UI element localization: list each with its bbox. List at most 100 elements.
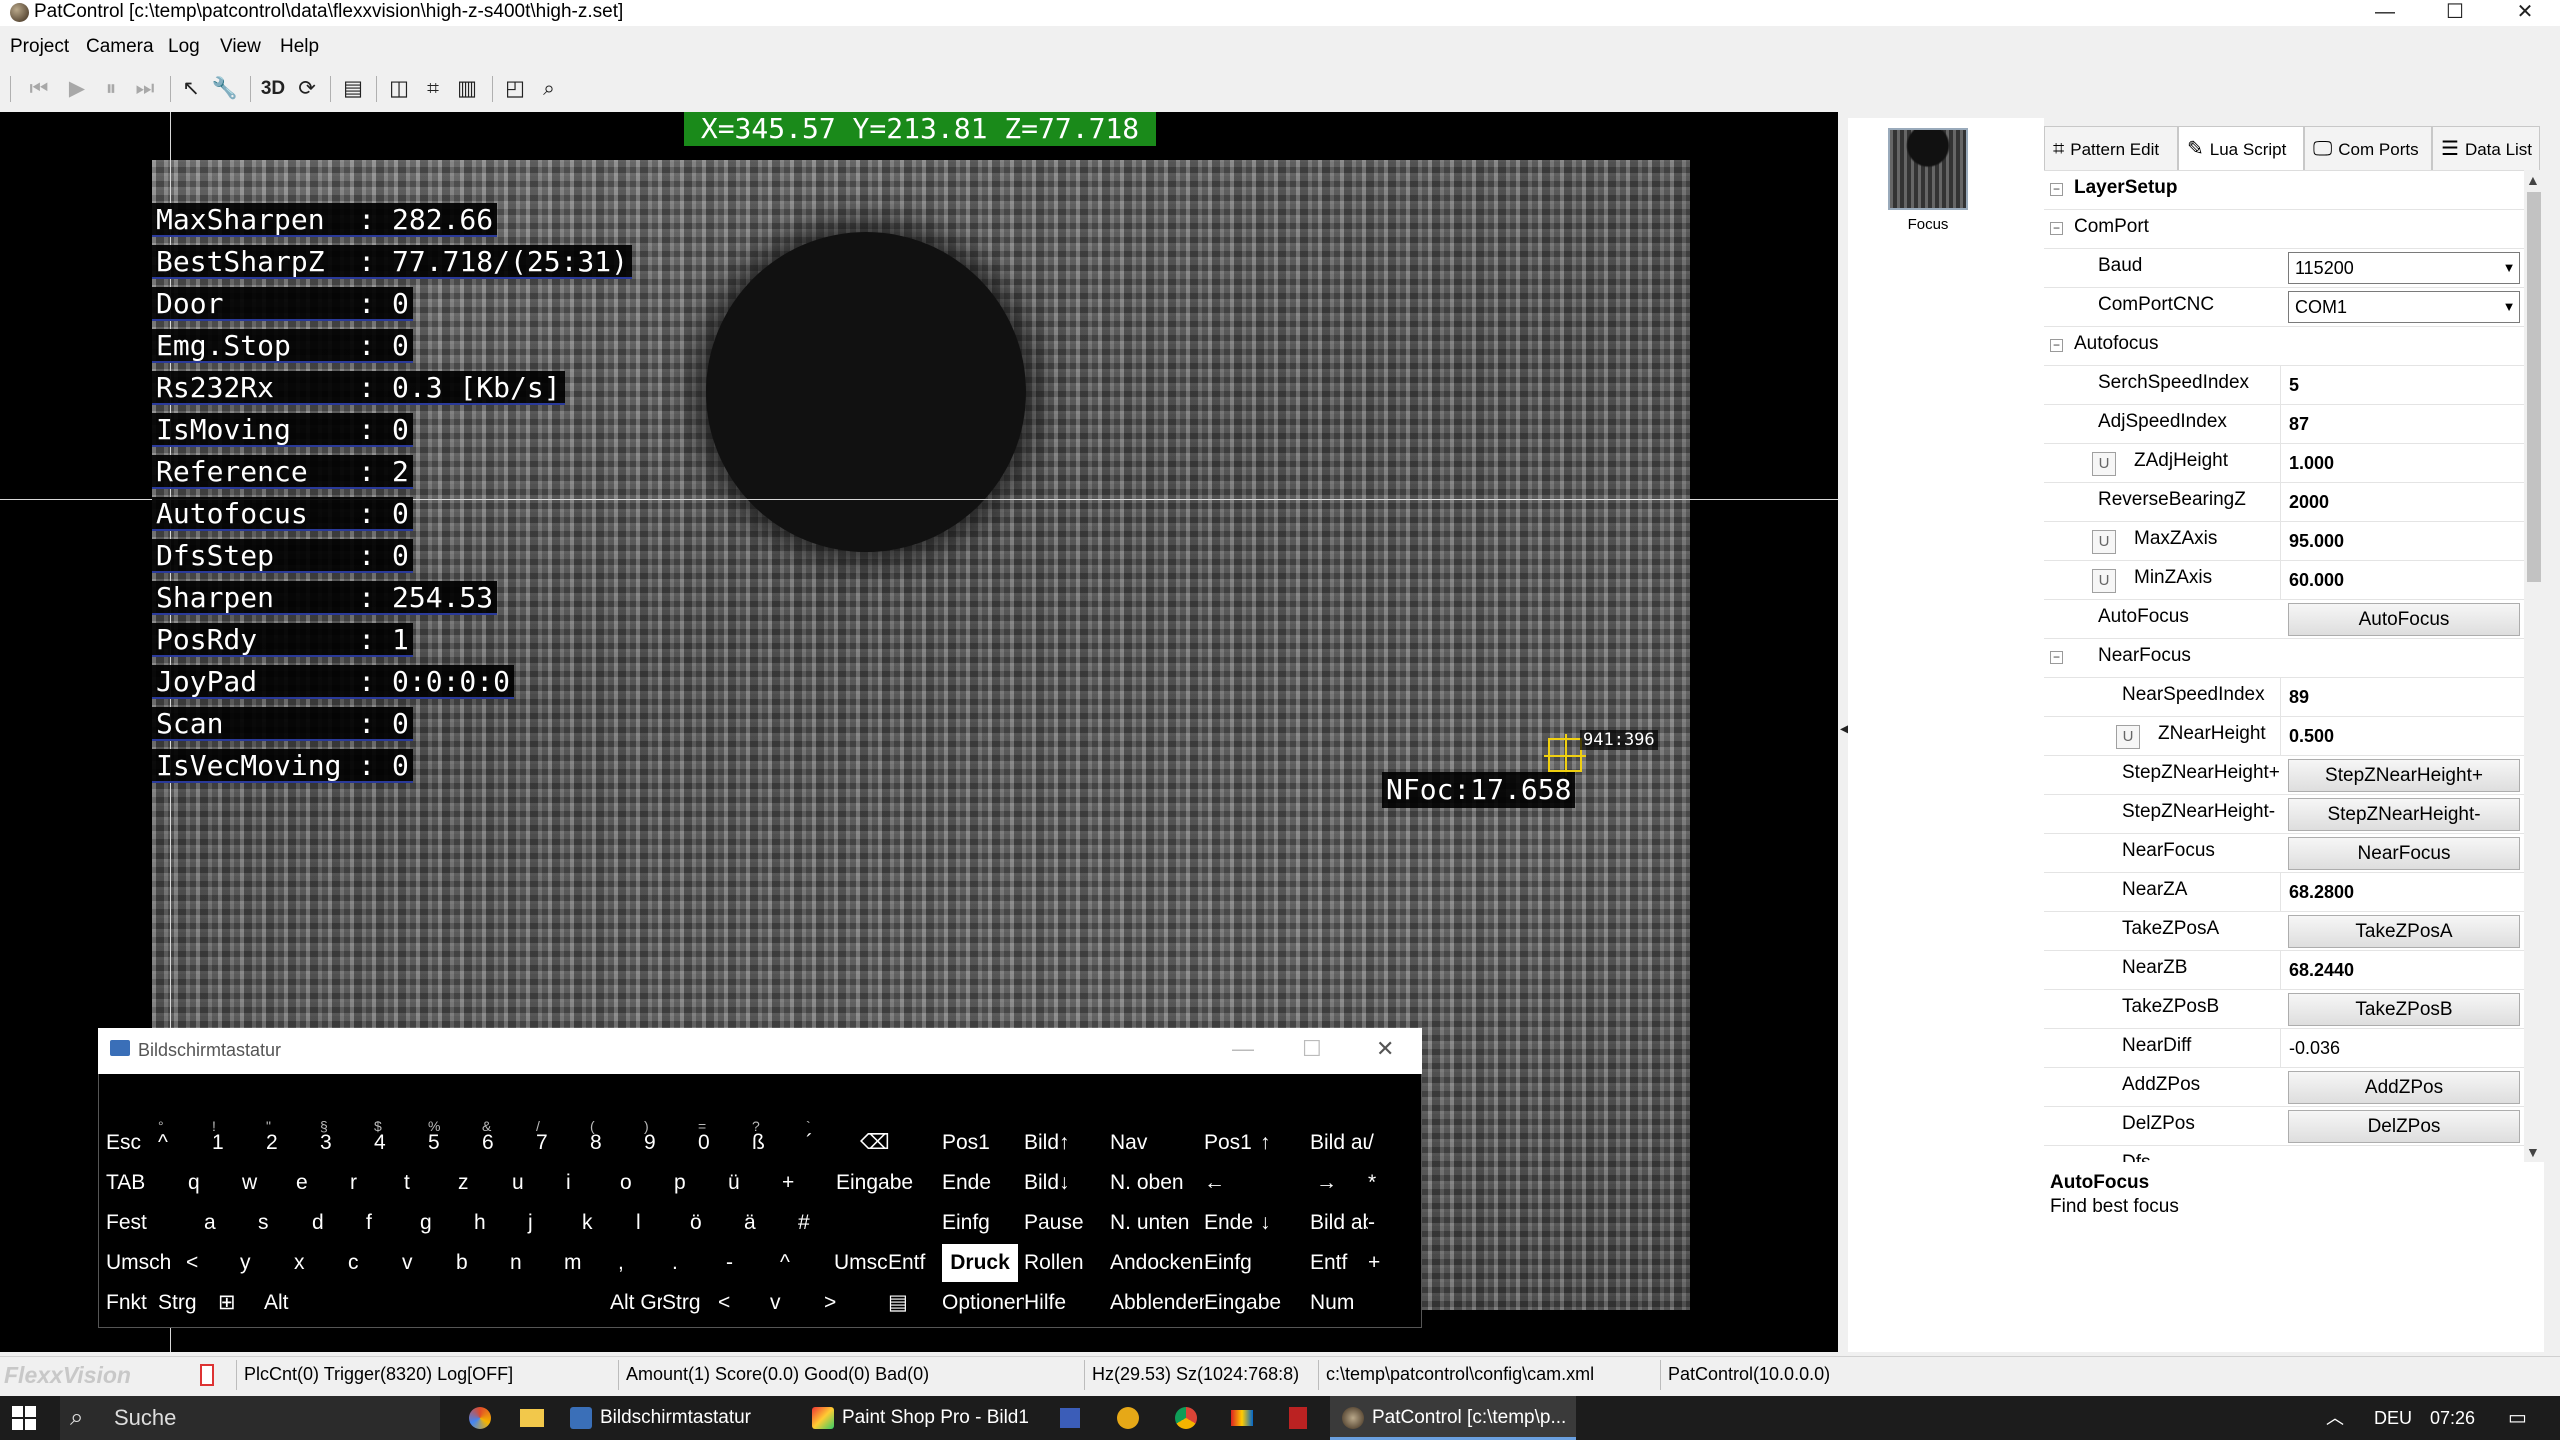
addzpos-button[interactable]: AddZPos [2288,1071,2520,1104]
key-r1-5[interactable]: $4 [374,1118,426,1162]
key-r5-6[interactable]: < [718,1284,766,1322]
row-znearheight[interactable]: U ZNearHeight 0.500 [2044,717,2524,756]
collapse-icon[interactable]: − [2050,339,2063,352]
zoom-icon[interactable]: ⌕ [534,74,564,104]
tab-lua-script[interactable]: ✎ Lua Script [2178,126,2304,170]
focus-thumbnail[interactable] [1888,128,1968,210]
scroll-up-icon[interactable]: ▲ [2526,172,2540,188]
key-r4-11[interactable]: - [726,1244,774,1282]
key-enter[interactable]: Eingabe [836,1164,916,1202]
serchspeedindex-value[interactable]: 5 [2280,366,2524,405]
taskbar-search[interactable]: Suche [60,1396,440,1440]
key-r1-13[interactable]: ` ´ [806,1118,858,1162]
key-r4-3[interactable]: x [294,1244,342,1282]
skip-back-icon[interactable]: ⏮ [24,74,54,104]
delzpos-button[interactable]: DelZPos [2288,1110,2520,1143]
key-einfg[interactable]: Einfg [942,1204,1020,1242]
baud-select[interactable]: 115200 ▼ [2288,252,2520,284]
key-num-ende[interactable]: Ende [1204,1204,1262,1242]
3d-icon[interactable]: 3D [258,74,288,104]
key-r4-6[interactable]: b [456,1244,504,1282]
pointer-icon[interactable]: ↖ [176,74,206,104]
maxzaxis-value[interactable]: 95.000 [2280,522,2524,561]
tab-pattern-edit[interactable]: ⌗ Pattern Edit [2044,126,2178,170]
key-num-plus[interactable]: + [1368,1244,1408,1282]
key-r5-8[interactable]: > [824,1284,872,1322]
key-r5-3[interactable]: Alt [264,1284,604,1322]
row-minzaxis[interactable]: U MinZAxis 60.000 [2044,561,2524,600]
reversebearingz-value[interactable]: 2000 [2280,483,2524,522]
key-r3-11[interactable]: ä [744,1204,792,1242]
app-icon-1[interactable] [460,1396,500,1440]
save-icon[interactable] [1050,1396,1090,1440]
row-takezposb[interactable]: TakeZPosB TakeZPosB [2044,990,2524,1029]
key-r5-5[interactable]: Strg [662,1284,714,1322]
taskbar-app-patcontrol[interactable]: PatControl [c:\temp\p... [1330,1396,1577,1440]
key-num-entf[interactable]: Entf [1310,1244,1360,1282]
app-icon-4[interactable] [1278,1396,1318,1440]
row-comport[interactable]: − ComPort [2044,210,2524,249]
osk-minimize-button[interactable]: — [1232,1036,1254,1062]
collapse-icon[interactable]: − [2050,183,2063,196]
key-r4-1[interactable]: < [186,1244,234,1282]
key-num-right[interactable]: → [1316,1164,1366,1202]
key-r4-2[interactable]: y [240,1244,288,1282]
row-baud[interactable]: Baud 115200 ▼ [2044,249,2524,288]
tab-com-ports[interactable]: 🖵 Com Ports [2304,126,2432,170]
pause-icon[interactable]: ⏸ [96,74,126,104]
menu-help[interactable]: Help [280,36,319,58]
key-r3-7[interactable]: j [528,1204,576,1242]
zadjheight-value[interactable]: 1.000 [2280,444,2524,483]
play-icon[interactable]: ▶ [62,74,92,104]
key-r2-11[interactable]: ü [728,1164,776,1202]
key-r2-9[interactable]: o [620,1164,668,1202]
row-stepznearheight-minus[interactable]: StepZNearHeight- StepZNearHeight- [2044,795,2524,834]
key-r1-2[interactable]: ! 1 [212,1118,264,1162]
row-nearzb[interactable]: NearZB 68.2440 [2044,951,2524,990]
row-dfs[interactable]: Dfs [2044,1146,2524,1162]
key-r1-1[interactable]: ° ^ [158,1118,210,1162]
nearza-value[interactable]: 68.2800 [2280,873,2524,912]
chrome-icon[interactable] [1166,1396,1206,1440]
takezposb-button[interactable]: TakeZPosB [2288,993,2520,1026]
key-r5-0[interactable]: Fnkt [106,1284,154,1322]
key-r4-7[interactable]: n [510,1244,558,1282]
focus-marker[interactable] [1544,734,1586,776]
taskbar-app-osk[interactable]: Bildschirmtastatur [558,1396,761,1440]
key-r1-9[interactable]: (8 [590,1118,642,1162]
key-pos1[interactable]: Pos1 [942,1124,1020,1162]
row-zadjheight[interactable]: U ZAdjHeight 1.000 [2044,444,2524,483]
key-r3-2[interactable]: s [258,1204,306,1242]
key-druck[interactable]: Druck [942,1244,1018,1282]
key-num-bildauf[interactable]: Bild auf [1310,1124,1380,1162]
key-nav[interactable]: Nav [1110,1124,1188,1162]
key-r4-12[interactable]: ^ [780,1244,828,1282]
key-r1-8[interactable]: /7 [536,1118,588,1162]
row-nearspeedindex[interactable]: NearSpeedIndex 89 [2044,678,2524,717]
znearheight-value[interactable]: 0.500 [2280,717,2524,756]
takezposa-button[interactable]: TakeZPosA [2288,915,2520,948]
key-r3-8[interactable]: k [582,1204,630,1242]
key-shift-left[interactable]: Umsch [106,1244,184,1282]
key-r2-6[interactable]: z [458,1164,506,1202]
key-num-div[interactable]: / [1368,1124,1408,1162]
key-r3-9[interactable]: l [636,1204,684,1242]
row-autofocus[interactable]: AutoFocus AutoFocus [2044,600,2524,639]
key-abblenden[interactable]: Abblenden [1110,1284,1210,1322]
key-pause[interactable]: Pause [1024,1204,1102,1242]
close-button[interactable]: ✕ [2490,0,2560,26]
select-icon[interactable]: ◰ [500,74,530,104]
unit-button[interactable]: U [2092,569,2116,593]
row-comportcnc[interactable]: ComPortCNC COM1 ▼ [2044,288,2524,327]
key-rollen[interactable]: Rollen [1024,1244,1102,1282]
unit-button[interactable]: U [2092,530,2116,554]
row-nearfocus-category[interactable]: − NearFocus [2044,639,2524,678]
maximize-button[interactable]: ☐ [2420,0,2490,26]
menu-project[interactable]: Project [10,36,69,58]
key-r1-3[interactable]: " 2 [266,1118,318,1162]
nearspeedindex-value[interactable]: 89 [2280,678,2524,717]
file-explorer-icon[interactable] [512,1396,552,1440]
key-num-mul[interactable]: * [1368,1164,1408,1202]
key-tab[interactable]: TAB [106,1164,188,1202]
row-neardiff[interactable]: NearDiff -0.036 [2044,1029,2524,1068]
